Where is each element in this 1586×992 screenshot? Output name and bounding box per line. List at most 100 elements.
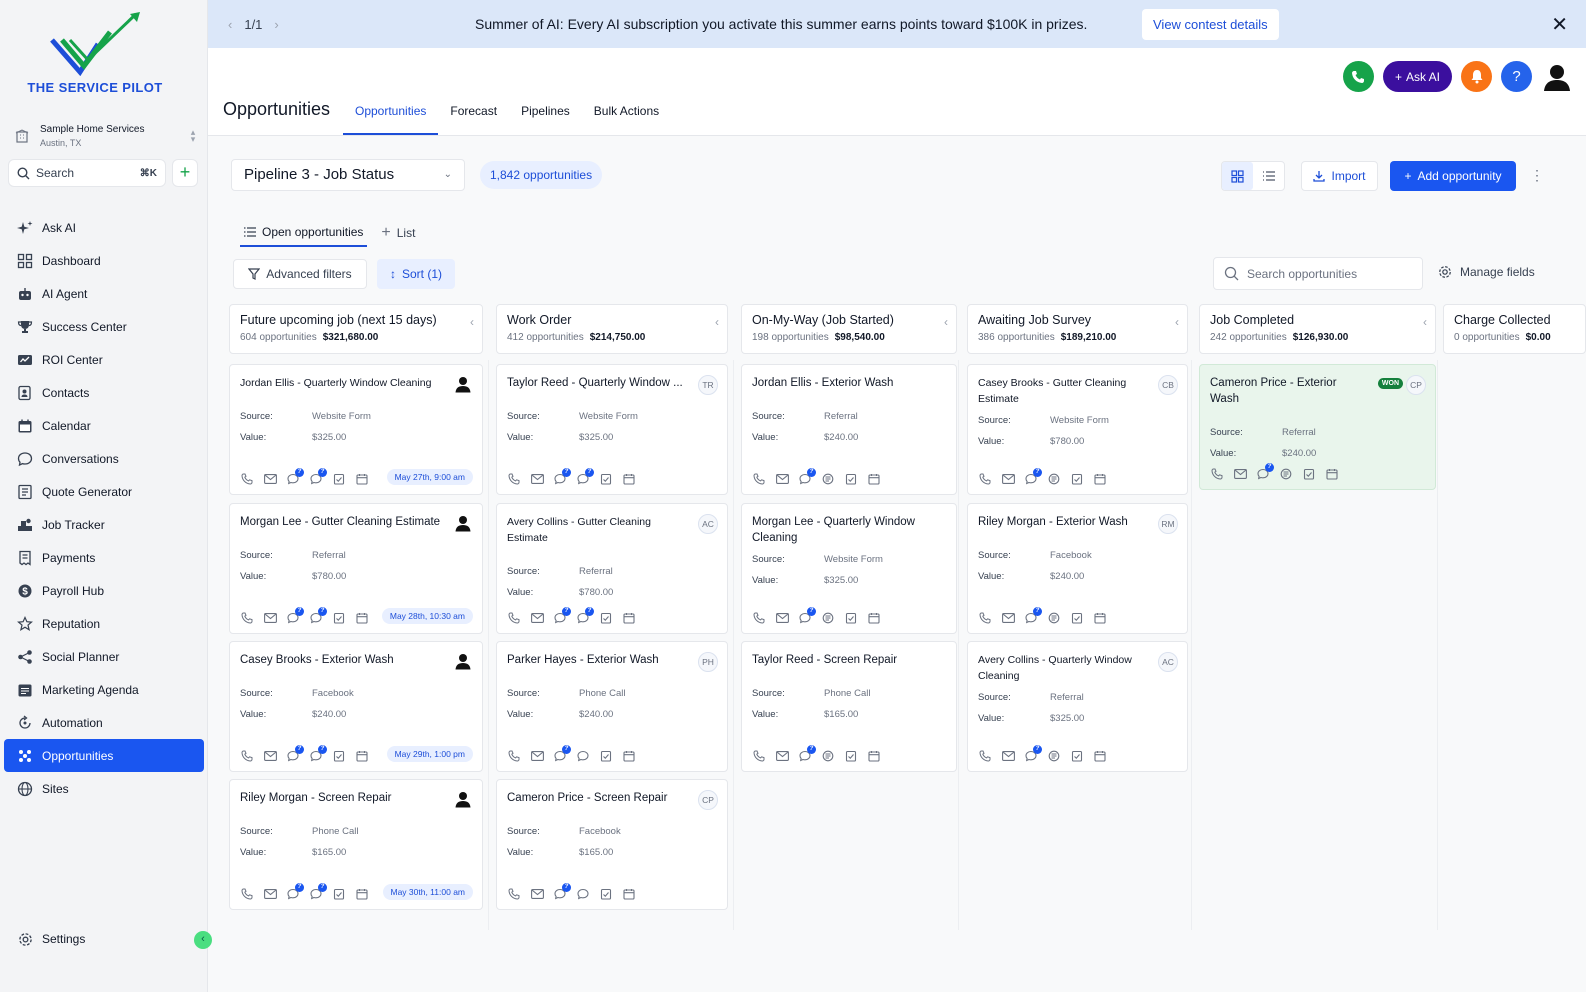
- message-icon[interactable]: [576, 749, 590, 763]
- conversation-icon[interactable]: ?: [553, 883, 571, 901]
- card-title[interactable]: Riley Morgan - Screen Repair: [240, 790, 472, 806]
- search-opportunities-input[interactable]: Search opportunities: [1213, 257, 1423, 290]
- conversation-icon[interactable]: ?: [1024, 745, 1042, 763]
- opportunity-card[interactable]: Taylor Reed - Screen Repair Source: Phone…: [741, 641, 957, 772]
- task-icon[interactable]: [1302, 467, 1316, 481]
- conversation-icon[interactable]: ?: [286, 607, 304, 625]
- phone-icon[interactable]: [978, 472, 992, 486]
- email-icon[interactable]: [263, 611, 277, 625]
- phone-icon[interactable]: [752, 472, 766, 486]
- email-icon[interactable]: [263, 749, 277, 763]
- collapse-column-icon[interactable]: ‹: [1423, 315, 1427, 329]
- task-icon[interactable]: [332, 887, 346, 901]
- phone-icon[interactable]: [240, 749, 254, 763]
- opportunity-card[interactable]: Jordan Ellis - Quarterly Window Cleaning…: [229, 364, 483, 495]
- assignee-initials[interactable]: RM: [1158, 514, 1178, 534]
- appointment-icon[interactable]: [867, 749, 881, 763]
- quick-add-button[interactable]: +: [172, 159, 198, 187]
- sidebar-item-automation[interactable]: Automation: [4, 706, 204, 739]
- card-title[interactable]: Morgan Lee - Quarterly Window Cleaning: [752, 514, 946, 546]
- opportunity-card[interactable]: Riley Morgan - Screen Repair Source: Phon…: [229, 779, 483, 910]
- sidebar-item-quote-generator[interactable]: Quote Generator: [4, 475, 204, 508]
- conversation-icon[interactable]: ?: [553, 468, 571, 486]
- opportunity-card[interactable]: Morgan Lee - Quarterly Window Cleaning S…: [741, 503, 957, 634]
- collapse-column-icon[interactable]: ‹: [1175, 315, 1179, 329]
- message-icon[interactable]: ?: [309, 745, 327, 763]
- email-icon[interactable]: [1001, 749, 1015, 763]
- phone-icon[interactable]: [752, 749, 766, 763]
- sidebar-item-social-planner[interactable]: Social Planner: [4, 640, 204, 673]
- message-icon[interactable]: [576, 887, 590, 901]
- list-view-button[interactable]: [1253, 162, 1284, 190]
- email-icon[interactable]: [530, 749, 544, 763]
- sidebar-item-roi-center[interactable]: ROI Center: [4, 343, 204, 376]
- sidebar-item-contacts[interactable]: Contacts: [4, 376, 204, 409]
- phone-icon[interactable]: [507, 611, 521, 625]
- user-avatar[interactable]: [1541, 61, 1572, 92]
- assignee-initials[interactable]: TR: [698, 375, 718, 395]
- sidebar-item-calendar[interactable]: Calendar: [4, 409, 204, 442]
- sidebar-item-ai-agent[interactable]: AI Agent: [4, 277, 204, 310]
- opportunity-card[interactable]: Casey Brooks - Exterior Wash Source: Face…: [229, 641, 483, 772]
- collapse-column-icon[interactable]: ‹: [715, 315, 719, 329]
- task-icon[interactable]: [332, 749, 346, 763]
- task-icon[interactable]: [844, 749, 858, 763]
- conversation-icon[interactable]: ?: [286, 745, 304, 763]
- opportunity-card[interactable]: Cameron Price - Screen Repair CP Source:…: [496, 779, 728, 910]
- email-icon[interactable]: [263, 472, 277, 486]
- notes-icon[interactable]: [821, 472, 835, 486]
- appointment-icon[interactable]: [622, 472, 636, 486]
- message-icon[interactable]: ?: [576, 607, 594, 625]
- email-icon[interactable]: [530, 611, 544, 625]
- tab-open-opportunities[interactable]: Open opportunities: [240, 219, 368, 247]
- task-icon[interactable]: [1070, 749, 1084, 763]
- phone-icon[interactable]: [240, 472, 254, 486]
- opportunity-card[interactable]: Taylor Reed - Quarterly Window ... TR So…: [496, 364, 728, 495]
- phone-icon[interactable]: [1210, 467, 1224, 481]
- tab-pipelines[interactable]: Pipelines: [509, 104, 582, 135]
- phone-icon[interactable]: [752, 611, 766, 625]
- email-icon[interactable]: [530, 887, 544, 901]
- card-title[interactable]: Casey Brooks - Exterior Wash: [240, 652, 472, 668]
- view-contest-button[interactable]: View contest details: [1142, 9, 1279, 40]
- card-title[interactable]: Jordan Ellis - Exterior Wash: [752, 375, 946, 391]
- appointment-icon[interactable]: [622, 887, 636, 901]
- advanced-filters-button[interactable]: Advanced filters: [233, 259, 367, 289]
- card-title[interactable]: Riley Morgan - Exterior Wash: [978, 514, 1177, 530]
- opportunity-card[interactable]: Riley Morgan - Exterior Wash RM Source: F…: [967, 503, 1188, 634]
- phone-icon[interactable]: [240, 611, 254, 625]
- assignee-initials[interactable]: CP: [1406, 375, 1426, 395]
- appointment-date-badge[interactable]: May 29th, 1:00 pm: [386, 746, 473, 762]
- card-title[interactable]: Taylor Reed - Screen Repair: [752, 652, 946, 668]
- phone-icon[interactable]: [507, 749, 521, 763]
- appointment-icon[interactable]: [1093, 611, 1107, 625]
- task-icon[interactable]: [1070, 611, 1084, 625]
- card-title[interactable]: Taylor Reed - Quarterly Window ...: [507, 375, 717, 391]
- appointment-date-badge[interactable]: May 27th, 9:00 am: [386, 469, 473, 485]
- notes-icon[interactable]: [1047, 611, 1061, 625]
- task-icon[interactable]: [599, 887, 613, 901]
- opportunity-card[interactable]: Morgan Lee - Gutter Cleaning Estimate So…: [229, 503, 483, 634]
- task-icon[interactable]: [844, 611, 858, 625]
- opportunity-card[interactable]: Avery Collins - Quarterly Window Cleanin…: [967, 641, 1188, 772]
- sidebar-item-ask-ai[interactable]: Ask AI: [4, 211, 204, 244]
- message-icon[interactable]: ?: [309, 607, 327, 625]
- task-icon[interactable]: [332, 611, 346, 625]
- card-title[interactable]: Morgan Lee - Gutter Cleaning Estimate: [240, 514, 472, 530]
- message-icon[interactable]: ?: [576, 468, 594, 486]
- notifications-button[interactable]: [1461, 61, 1492, 92]
- email-icon[interactable]: [263, 887, 277, 901]
- conversation-icon[interactable]: ?: [1256, 463, 1274, 481]
- conversation-icon[interactable]: ?: [286, 883, 304, 901]
- appointment-icon[interactable]: [355, 749, 369, 763]
- manage-fields-button[interactable]: Manage fields: [1438, 265, 1535, 279]
- sidebar-item-dashboard[interactable]: Dashboard: [4, 244, 204, 277]
- task-icon[interactable]: [599, 611, 613, 625]
- sidebar-item-success-center[interactable]: Success Center: [4, 310, 204, 343]
- card-title[interactable]: Avery Collins - Gutter Cleaning Estimate: [507, 514, 717, 546]
- appointment-icon[interactable]: [622, 611, 636, 625]
- conversation-icon[interactable]: ?: [798, 468, 816, 486]
- conversation-icon[interactable]: ?: [798, 745, 816, 763]
- task-icon[interactable]: [844, 472, 858, 486]
- assignee-initials[interactable]: AC: [1158, 652, 1178, 672]
